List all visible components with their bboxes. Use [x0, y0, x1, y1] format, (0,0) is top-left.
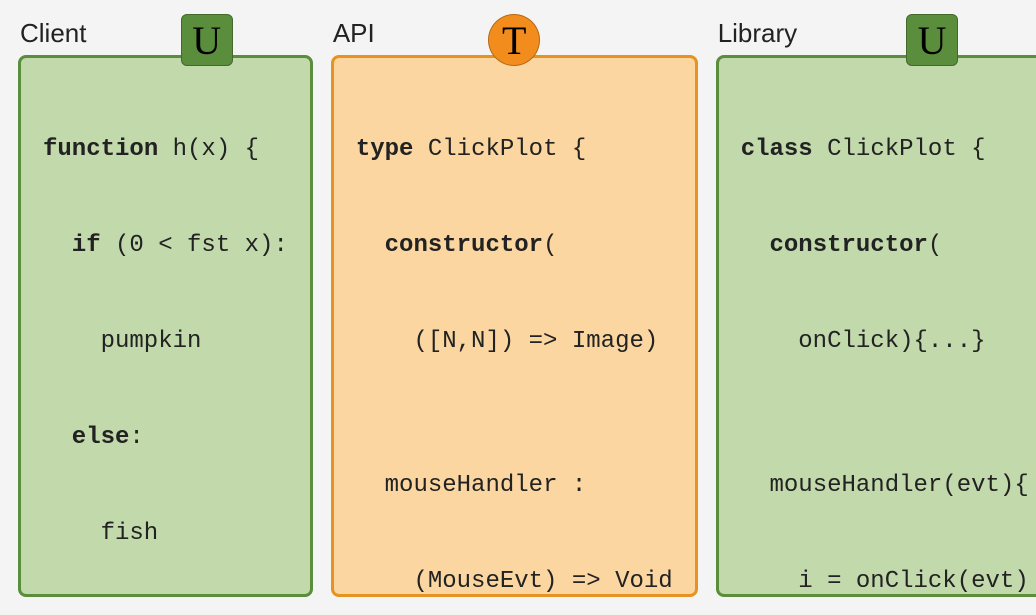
- code-line: function h(x) {: [43, 126, 288, 174]
- code-line: constructor(: [356, 222, 673, 270]
- keyword: else: [72, 424, 130, 451]
- code-line: (MouseEvt) => Void: [356, 558, 673, 597]
- typed-badge-icon: T: [488, 14, 540, 66]
- code-line: ([N,N]) => Image): [356, 318, 673, 366]
- code-line: if (0 < fst x):: [43, 222, 288, 270]
- code-text: (: [928, 232, 942, 259]
- code-line: onClick){...}: [741, 318, 1029, 366]
- columns-row: Client U function h(x) { if (0 < fst x):…: [18, 18, 1018, 597]
- untyped-badge-icon: U: [181, 14, 233, 66]
- library-header: Library: [716, 18, 1036, 55]
- code-line: constructor(: [741, 222, 1029, 270]
- code-line: mouseHandler :: [356, 462, 673, 510]
- code-text: (0 < fst x):: [101, 232, 288, 259]
- client-code-box: function h(x) { if (0 < fst x): pumpkin …: [18, 55, 313, 597]
- diagram-canvas: Client U function h(x) { if (0 < fst x):…: [0, 0, 1036, 615]
- library-code-box: class ClickPlot { constructor( onClick){…: [716, 55, 1036, 597]
- library-column: Library U class ClickPlot { constructor(…: [716, 18, 1036, 597]
- code-text: ClickPlot {: [413, 136, 586, 163]
- code-line: type ClickPlot {: [356, 126, 673, 174]
- keyword: if: [72, 232, 101, 259]
- code-line: pumpkin: [43, 318, 288, 366]
- api-column: API T type ClickPlot { constructor( ([N,…: [331, 18, 698, 597]
- code-text: h(x) {: [158, 136, 259, 163]
- code-line: i = onClick(evt): [741, 558, 1029, 597]
- code-text: ClickPlot {: [813, 136, 986, 163]
- code-line: else:: [43, 414, 288, 462]
- code-line: mouseHandler(evt){: [741, 462, 1029, 510]
- code-line: class ClickPlot {: [741, 126, 1029, 174]
- code-text: :: [129, 424, 143, 451]
- api-code-box: type ClickPlot { constructor( ([N,N]) =>…: [331, 55, 698, 597]
- code-text: (: [543, 232, 557, 259]
- client-header: Client: [18, 18, 313, 55]
- keyword: type: [356, 136, 414, 163]
- keyword: constructor: [769, 232, 927, 259]
- keyword: function: [43, 136, 158, 163]
- client-column: Client U function h(x) { if (0 < fst x):…: [18, 18, 313, 597]
- keyword: class: [741, 136, 813, 163]
- untyped-badge-icon: U: [906, 14, 958, 66]
- code-line: fish: [43, 510, 288, 558]
- keyword: constructor: [385, 232, 543, 259]
